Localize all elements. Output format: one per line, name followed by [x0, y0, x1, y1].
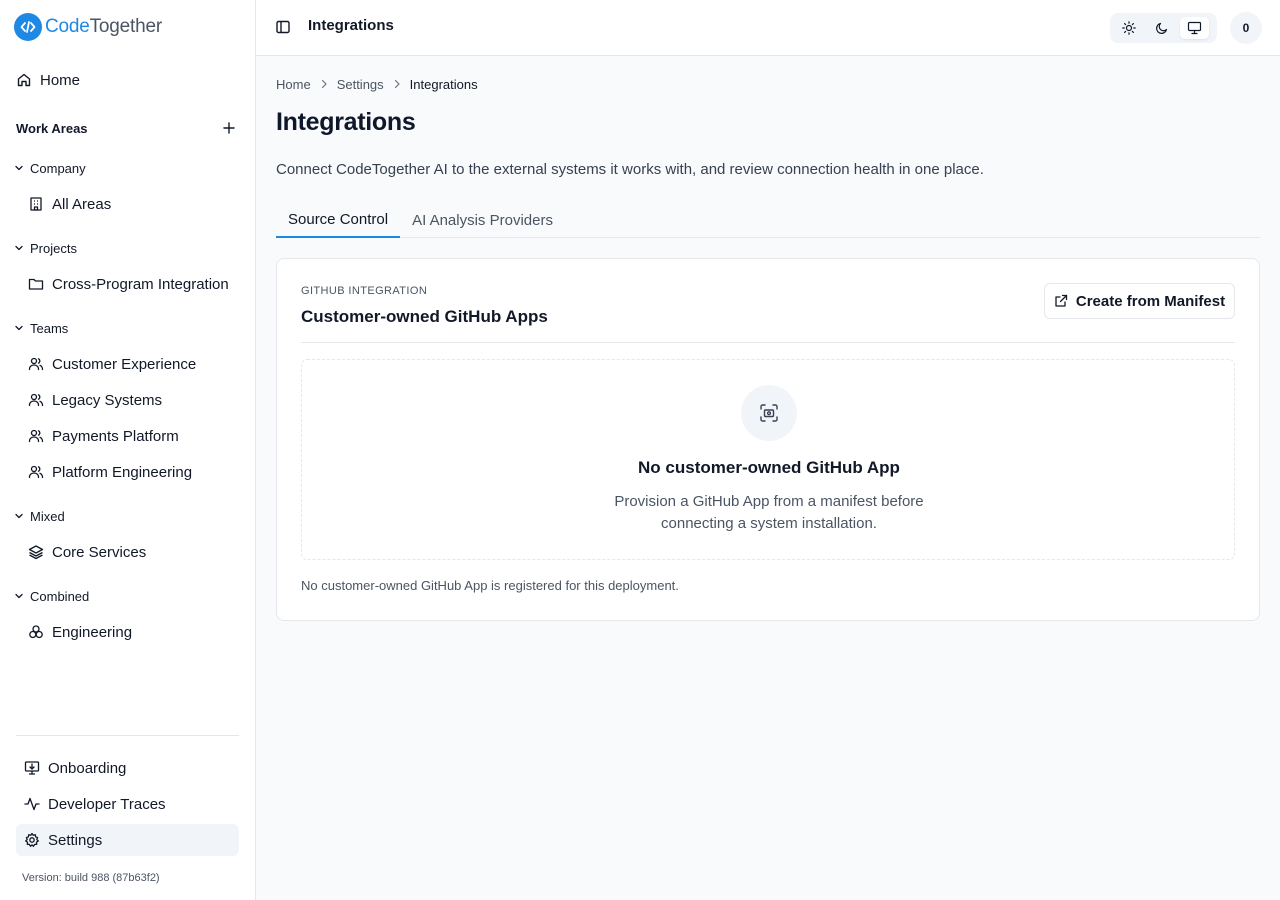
work-areas-header: Work Areas	[16, 118, 239, 138]
top-bar: Integrations 0	[256, 0, 1280, 56]
sidebar-item-label: Cross-Program Integration	[52, 275, 229, 293]
sidebar-item-label: Engineering	[52, 623, 133, 641]
plus-icon	[223, 122, 235, 134]
page-description: Connect CodeTogether AI to the external …	[276, 161, 984, 178]
empty-state-title: No customer-owned GitHub App	[638, 458, 900, 477]
sidebar-item-core-services[interactable]: Core Services	[28, 538, 238, 566]
sidebar-item-cross-program-integration[interactable]: Cross-Program Integration	[28, 270, 238, 298]
group-toggle-mixed[interactable]: Mixed	[14, 507, 65, 525]
users-icon	[28, 465, 44, 479]
chevron-down-icon	[15, 325, 23, 331]
brand-name: CodeTogether	[45, 16, 162, 37]
chevron-right-icon	[320, 79, 328, 89]
moon-icon	[1155, 22, 1167, 34]
gear-icon	[25, 832, 39, 847]
sidebar-item-onboarding[interactable]: Onboarding	[16, 752, 239, 784]
tab-source-control[interactable]: Source Control	[276, 203, 401, 238]
theme-light-button[interactable]	[1114, 17, 1143, 39]
sidebar-item-all-areas[interactable]: All Areas	[28, 190, 238, 218]
avatar[interactable]: 0	[1230, 12, 1262, 44]
chevron-down-icon	[15, 513, 23, 519]
sun-icon	[1121, 21, 1136, 35]
sidebar-item-developer-traces[interactable]: Developer Traces	[16, 788, 239, 820]
top-bar-title: Integrations	[308, 17, 394, 34]
sidebar-item-label: Home	[40, 71, 81, 89]
sidebar-item-label: Payments Platform	[52, 427, 179, 445]
sidebar-item-payments-platform[interactable]: Payments Platform	[28, 422, 238, 450]
external-link-icon	[1055, 294, 1068, 307]
monitor-download-icon	[24, 761, 40, 775]
code-brackets-icon	[14, 13, 42, 41]
breadcrumb: Home Settings Integrations	[276, 76, 478, 92]
sidebar-divider	[16, 735, 239, 736]
monitor-icon	[1187, 21, 1202, 35]
chevron-down-icon	[15, 245, 23, 251]
users-icon	[28, 393, 44, 407]
activity-icon	[24, 797, 40, 811]
theme-system-button[interactable]	[1180, 17, 1209, 39]
breadcrumb-settings[interactable]: Settings	[337, 77, 384, 92]
theme-dark-button[interactable]	[1147, 17, 1176, 39]
folder-icon	[28, 278, 44, 290]
sidebar-item-settings[interactable]: Settings	[16, 824, 239, 856]
layers-icon	[28, 545, 44, 560]
sidebar: CodeTogether Home Work Areas Company All…	[0, 0, 256, 900]
group-label: Company	[30, 160, 86, 176]
users-icon	[28, 429, 44, 443]
group-toggle-teams[interactable]: Teams	[14, 319, 68, 337]
version-label: Version: build 988 (87b63f2)	[22, 872, 160, 884]
sidebar-toggle-button[interactable]	[274, 18, 292, 36]
tab-ai-analysis-providers[interactable]: AI Analysis Providers	[400, 203, 565, 238]
add-work-area-button[interactable]	[219, 118, 239, 138]
theme-switcher	[1110, 13, 1217, 43]
breadcrumb-home[interactable]: Home	[276, 77, 311, 92]
sidebar-item-label: Platform Engineering	[52, 463, 193, 481]
card-heading: Customer-owned GitHub Apps	[301, 307, 548, 326]
group-label: Projects	[30, 240, 77, 256]
chevron-right-icon	[393, 79, 401, 89]
sidebar-item-engineering[interactable]: Engineering	[28, 618, 238, 646]
sidebar-item-label: Customer Experience	[52, 355, 197, 373]
sidebar-item-label: Legacy Systems	[52, 391, 163, 409]
github-integration-card: GITHUB INTEGRATION Customer-owned GitHub…	[276, 258, 1260, 621]
create-from-manifest-button[interactable]: Create from Manifest	[1044, 283, 1235, 319]
group-toggle-company[interactable]: Company	[14, 159, 86, 177]
brand-logo[interactable]: CodeTogether	[14, 13, 162, 41]
group-label: Combined	[30, 588, 90, 604]
building-icon	[30, 197, 42, 211]
users-icon	[28, 357, 44, 371]
sidebar-item-label: Onboarding	[48, 759, 127, 777]
sidebar-item-label: Settings	[48, 831, 103, 849]
group-label: Teams	[30, 320, 69, 336]
app-placeholder-icon	[741, 385, 797, 441]
card-divider	[301, 342, 1235, 343]
sidebar-item-label: All Areas	[52, 195, 112, 213]
tab-bar: Source Control AI Analysis Providers	[276, 203, 1260, 238]
chevron-down-icon	[15, 165, 23, 171]
group-toggle-projects[interactable]: Projects	[14, 239, 77, 257]
sidebar-item-label: Core Services	[52, 543, 147, 561]
sidebar-item-legacy-systems[interactable]: Legacy Systems	[28, 386, 238, 414]
card-footnote: No customer-owned GitHub App is register…	[301, 578, 679, 593]
button-label: Create from Manifest	[1075, 292, 1226, 310]
group-label: Mixed	[30, 508, 65, 524]
sidebar-item-platform-engineering[interactable]: Platform Engineering	[28, 458, 238, 486]
breadcrumb-current: Integrations	[409, 76, 478, 92]
card-kicker: GITHUB INTEGRATION	[301, 285, 428, 297]
home-icon	[17, 73, 31, 87]
page-title: Integrations	[276, 108, 416, 136]
group-toggle-combined[interactable]: Combined	[14, 587, 89, 605]
sidebar-item-home[interactable]: Home	[16, 66, 239, 94]
empty-state-description: Provision a GitHub App from a manifest b…	[614, 493, 924, 532]
work-areas-title: Work Areas	[16, 120, 88, 136]
sidebar-item-customer-experience[interactable]: Customer Experience	[28, 350, 238, 378]
chevron-down-icon	[15, 593, 23, 599]
panel-left-icon	[276, 20, 290, 34]
boxes-icon	[29, 625, 43, 639]
sidebar-item-label: Developer Traces	[48, 795, 166, 813]
empty-state: No customer-owned GitHub App Provision a…	[301, 359, 1235, 560]
